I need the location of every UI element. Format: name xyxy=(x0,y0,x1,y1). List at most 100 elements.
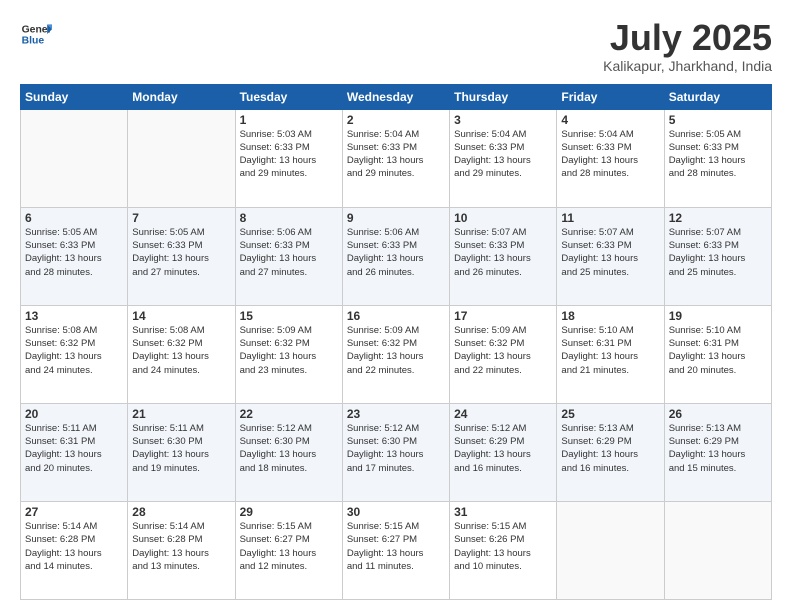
day-info: Sunrise: 5:04 AM Sunset: 6:33 PM Dayligh… xyxy=(347,128,445,181)
calendar-day-cell: 24Sunrise: 5:12 AM Sunset: 6:29 PM Dayli… xyxy=(450,403,557,501)
day-number: 22 xyxy=(240,407,338,421)
day-number: 16 xyxy=(347,309,445,323)
weekday-header-tuesday: Tuesday xyxy=(235,84,342,109)
day-info: Sunrise: 5:04 AM Sunset: 6:33 PM Dayligh… xyxy=(561,128,659,181)
calendar-day-cell: 10Sunrise: 5:07 AM Sunset: 6:33 PM Dayli… xyxy=(450,207,557,305)
day-number: 6 xyxy=(25,211,123,225)
day-number: 14 xyxy=(132,309,230,323)
day-info: Sunrise: 5:11 AM Sunset: 6:30 PM Dayligh… xyxy=(132,422,230,475)
day-number: 9 xyxy=(347,211,445,225)
weekday-header-row: SundayMondayTuesdayWednesdayThursdayFrid… xyxy=(21,84,772,109)
header: General Blue July 2025 Kalikapur, Jharkh… xyxy=(20,18,772,74)
empty-day-cell xyxy=(128,109,235,207)
calendar-day-cell: 21Sunrise: 5:11 AM Sunset: 6:30 PM Dayli… xyxy=(128,403,235,501)
calendar-day-cell: 31Sunrise: 5:15 AM Sunset: 6:26 PM Dayli… xyxy=(450,501,557,599)
calendar-day-cell: 18Sunrise: 5:10 AM Sunset: 6:31 PM Dayli… xyxy=(557,305,664,403)
day-number: 28 xyxy=(132,505,230,519)
empty-day-cell xyxy=(557,501,664,599)
day-number: 20 xyxy=(25,407,123,421)
weekday-header-friday: Friday xyxy=(557,84,664,109)
day-info: Sunrise: 5:15 AM Sunset: 6:27 PM Dayligh… xyxy=(240,520,338,573)
weekday-header-monday: Monday xyxy=(128,84,235,109)
calendar-day-cell: 7Sunrise: 5:05 AM Sunset: 6:33 PM Daylig… xyxy=(128,207,235,305)
day-number: 4 xyxy=(561,113,659,127)
calendar-day-cell: 5Sunrise: 5:05 AM Sunset: 6:33 PM Daylig… xyxy=(664,109,771,207)
calendar-day-cell: 27Sunrise: 5:14 AM Sunset: 6:28 PM Dayli… xyxy=(21,501,128,599)
weekday-header-saturday: Saturday xyxy=(664,84,771,109)
calendar-day-cell: 19Sunrise: 5:10 AM Sunset: 6:31 PM Dayli… xyxy=(664,305,771,403)
day-info: Sunrise: 5:14 AM Sunset: 6:28 PM Dayligh… xyxy=(132,520,230,573)
day-number: 2 xyxy=(347,113,445,127)
calendar-week-row: 6Sunrise: 5:05 AM Sunset: 6:33 PM Daylig… xyxy=(21,207,772,305)
day-number: 15 xyxy=(240,309,338,323)
day-number: 8 xyxy=(240,211,338,225)
calendar-day-cell: 17Sunrise: 5:09 AM Sunset: 6:32 PM Dayli… xyxy=(450,305,557,403)
calendar-day-cell: 23Sunrise: 5:12 AM Sunset: 6:30 PM Dayli… xyxy=(342,403,449,501)
calendar-week-row: 20Sunrise: 5:11 AM Sunset: 6:31 PM Dayli… xyxy=(21,403,772,501)
day-info: Sunrise: 5:05 AM Sunset: 6:33 PM Dayligh… xyxy=(669,128,767,181)
calendar-week-row: 13Sunrise: 5:08 AM Sunset: 6:32 PM Dayli… xyxy=(21,305,772,403)
day-info: Sunrise: 5:05 AM Sunset: 6:33 PM Dayligh… xyxy=(25,226,123,279)
day-number: 26 xyxy=(669,407,767,421)
day-number: 5 xyxy=(669,113,767,127)
svg-text:Blue: Blue xyxy=(22,36,45,47)
calendar-day-cell: 26Sunrise: 5:13 AM Sunset: 6:29 PM Dayli… xyxy=(664,403,771,501)
calendar-day-cell: 14Sunrise: 5:08 AM Sunset: 6:32 PM Dayli… xyxy=(128,305,235,403)
logo: General Blue xyxy=(20,18,52,50)
calendar-day-cell: 13Sunrise: 5:08 AM Sunset: 6:32 PM Dayli… xyxy=(21,305,128,403)
month-year-title: July 2025 xyxy=(603,18,772,58)
day-info: Sunrise: 5:09 AM Sunset: 6:32 PM Dayligh… xyxy=(454,324,552,377)
day-info: Sunrise: 5:10 AM Sunset: 6:31 PM Dayligh… xyxy=(561,324,659,377)
calendar-day-cell: 28Sunrise: 5:14 AM Sunset: 6:28 PM Dayli… xyxy=(128,501,235,599)
day-number: 10 xyxy=(454,211,552,225)
empty-day-cell xyxy=(664,501,771,599)
day-number: 21 xyxy=(132,407,230,421)
day-number: 27 xyxy=(25,505,123,519)
day-info: Sunrise: 5:13 AM Sunset: 6:29 PM Dayligh… xyxy=(669,422,767,475)
day-number: 31 xyxy=(454,505,552,519)
day-info: Sunrise: 5:04 AM Sunset: 6:33 PM Dayligh… xyxy=(454,128,552,181)
day-info: Sunrise: 5:09 AM Sunset: 6:32 PM Dayligh… xyxy=(240,324,338,377)
day-info: Sunrise: 5:03 AM Sunset: 6:33 PM Dayligh… xyxy=(240,128,338,181)
calendar-day-cell: 2Sunrise: 5:04 AM Sunset: 6:33 PM Daylig… xyxy=(342,109,449,207)
day-number: 17 xyxy=(454,309,552,323)
day-info: Sunrise: 5:07 AM Sunset: 6:33 PM Dayligh… xyxy=(561,226,659,279)
calendar-day-cell: 16Sunrise: 5:09 AM Sunset: 6:32 PM Dayli… xyxy=(342,305,449,403)
day-number: 23 xyxy=(347,407,445,421)
calendar-week-row: 27Sunrise: 5:14 AM Sunset: 6:28 PM Dayli… xyxy=(21,501,772,599)
day-info: Sunrise: 5:05 AM Sunset: 6:33 PM Dayligh… xyxy=(132,226,230,279)
calendar-day-cell: 22Sunrise: 5:12 AM Sunset: 6:30 PM Dayli… xyxy=(235,403,342,501)
calendar-day-cell: 25Sunrise: 5:13 AM Sunset: 6:29 PM Dayli… xyxy=(557,403,664,501)
day-info: Sunrise: 5:08 AM Sunset: 6:32 PM Dayligh… xyxy=(25,324,123,377)
day-number: 24 xyxy=(454,407,552,421)
location-subtitle: Kalikapur, Jharkhand, India xyxy=(603,58,772,74)
day-number: 1 xyxy=(240,113,338,127)
calendar-table: SundayMondayTuesdayWednesdayThursdayFrid… xyxy=(20,84,772,600)
calendar-day-cell: 29Sunrise: 5:15 AM Sunset: 6:27 PM Dayli… xyxy=(235,501,342,599)
logo-icon: General Blue xyxy=(20,18,52,50)
day-info: Sunrise: 5:06 AM Sunset: 6:33 PM Dayligh… xyxy=(240,226,338,279)
day-number: 12 xyxy=(669,211,767,225)
weekday-header-wednesday: Wednesday xyxy=(342,84,449,109)
calendar-day-cell: 3Sunrise: 5:04 AM Sunset: 6:33 PM Daylig… xyxy=(450,109,557,207)
day-number: 18 xyxy=(561,309,659,323)
day-info: Sunrise: 5:13 AM Sunset: 6:29 PM Dayligh… xyxy=(561,422,659,475)
weekday-header-thursday: Thursday xyxy=(450,84,557,109)
day-number: 25 xyxy=(561,407,659,421)
day-info: Sunrise: 5:14 AM Sunset: 6:28 PM Dayligh… xyxy=(25,520,123,573)
calendar-day-cell: 9Sunrise: 5:06 AM Sunset: 6:33 PM Daylig… xyxy=(342,207,449,305)
day-info: Sunrise: 5:07 AM Sunset: 6:33 PM Dayligh… xyxy=(454,226,552,279)
day-info: Sunrise: 5:12 AM Sunset: 6:30 PM Dayligh… xyxy=(240,422,338,475)
day-info: Sunrise: 5:08 AM Sunset: 6:32 PM Dayligh… xyxy=(132,324,230,377)
empty-day-cell xyxy=(21,109,128,207)
calendar-day-cell: 12Sunrise: 5:07 AM Sunset: 6:33 PM Dayli… xyxy=(664,207,771,305)
calendar-day-cell: 4Sunrise: 5:04 AM Sunset: 6:33 PM Daylig… xyxy=(557,109,664,207)
day-info: Sunrise: 5:06 AM Sunset: 6:33 PM Dayligh… xyxy=(347,226,445,279)
day-info: Sunrise: 5:09 AM Sunset: 6:32 PM Dayligh… xyxy=(347,324,445,377)
calendar-day-cell: 20Sunrise: 5:11 AM Sunset: 6:31 PM Dayli… xyxy=(21,403,128,501)
calendar-week-row: 1Sunrise: 5:03 AM Sunset: 6:33 PM Daylig… xyxy=(21,109,772,207)
day-info: Sunrise: 5:11 AM Sunset: 6:31 PM Dayligh… xyxy=(25,422,123,475)
day-number: 30 xyxy=(347,505,445,519)
weekday-header-sunday: Sunday xyxy=(21,84,128,109)
day-info: Sunrise: 5:15 AM Sunset: 6:26 PM Dayligh… xyxy=(454,520,552,573)
